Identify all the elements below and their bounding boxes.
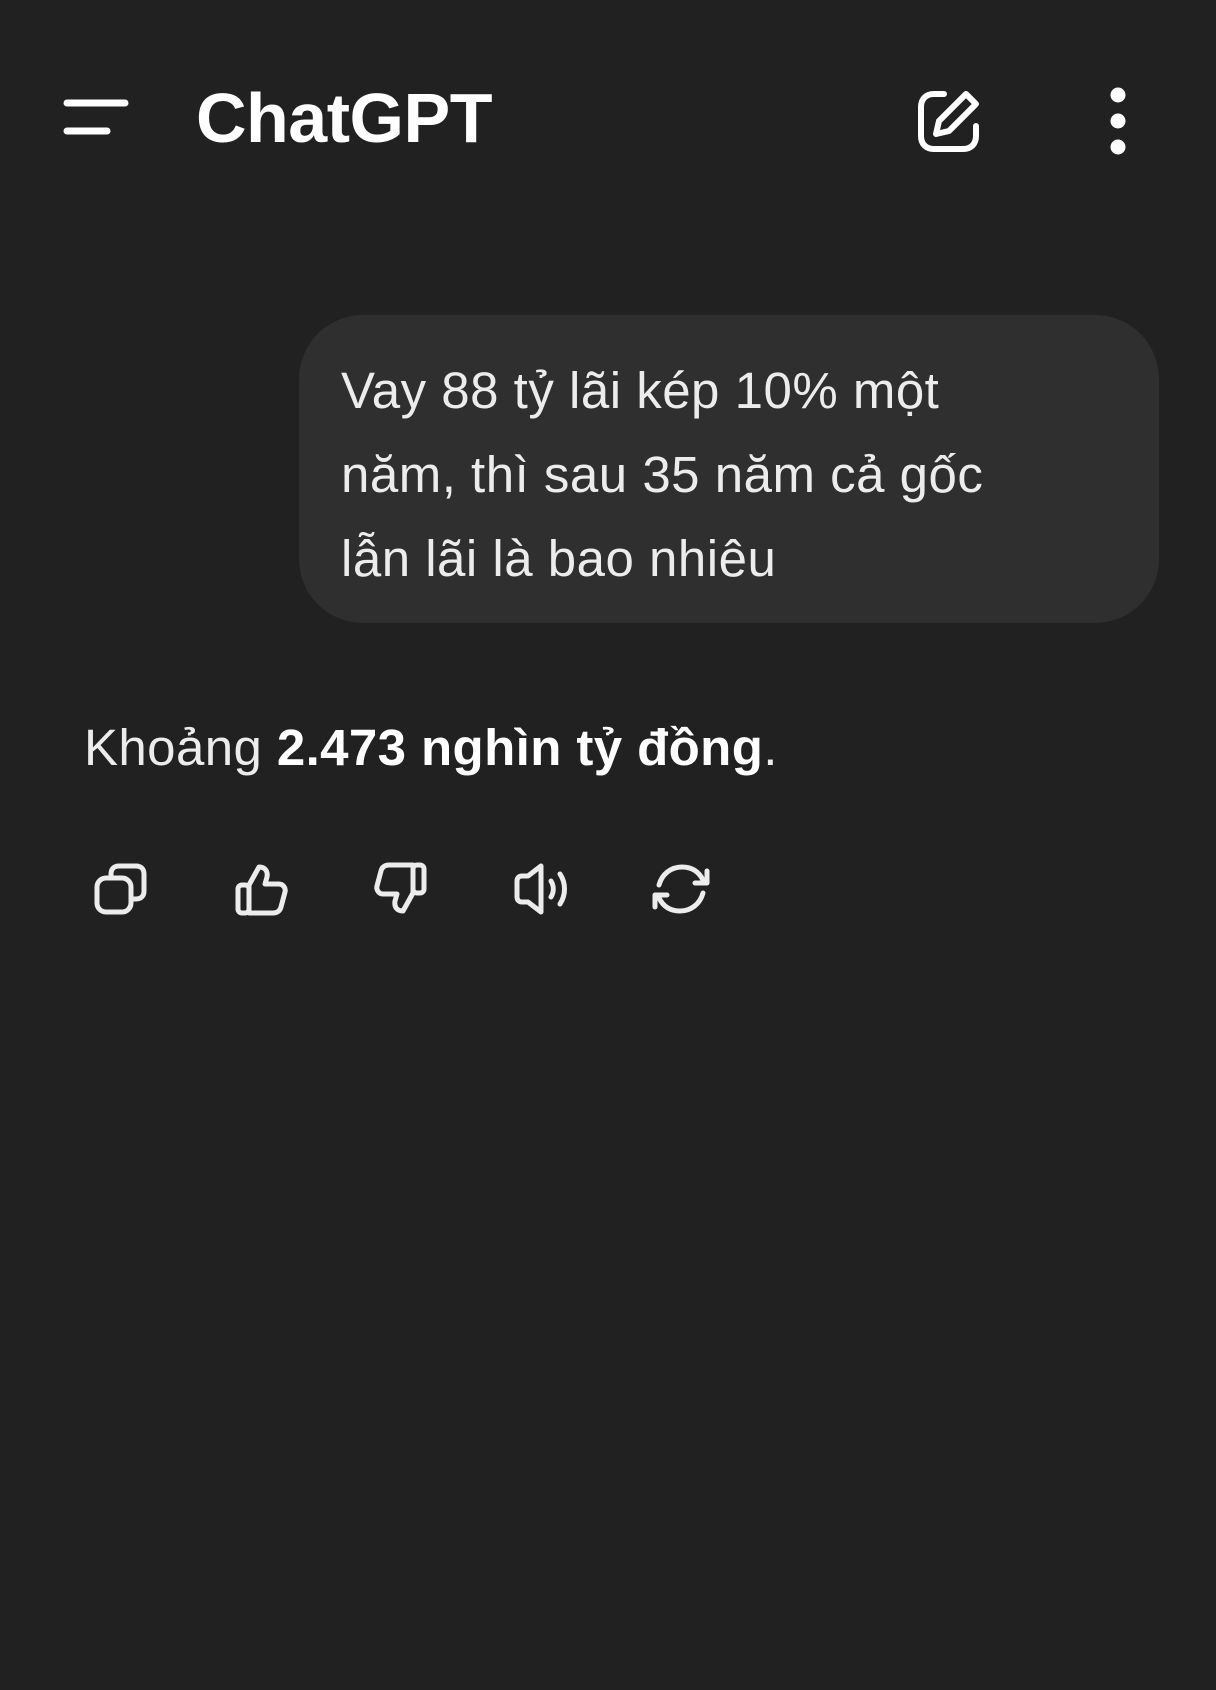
assistant-message: Khoảng 2.473 nghìn tỷ đồng. <box>84 706 778 790</box>
assistant-message-prefix: Khoảng <box>84 719 277 776</box>
new-chat-button[interactable] <box>906 78 992 164</box>
thumbs-down-icon <box>374 862 427 914</box>
new-chat-icon <box>918 91 979 152</box>
assistant-message-suffix: . <box>763 719 778 776</box>
top-bar: ChatGPT <box>0 0 1216 236</box>
refresh-icon <box>652 864 710 914</box>
read-aloud-button[interactable] <box>504 852 578 926</box>
user-message-text: Vay 88 tỷ lãi kép 10% một năm, thì sau 3… <box>341 362 984 587</box>
thumbs-up-icon <box>235 864 288 916</box>
thumbs-up-button[interactable] <box>224 852 298 926</box>
speaker-icon <box>514 863 567 915</box>
more-vertical-icon <box>1110 87 1126 155</box>
copy-icon <box>94 863 147 915</box>
assistant-message-answer: 2.473 nghìn tỷ đồng <box>276 719 764 776</box>
thumbs-down-button[interactable] <box>364 852 438 926</box>
app-title: ChatGPT <box>196 79 492 157</box>
menu-button[interactable] <box>56 86 136 148</box>
user-message-bubble: Vay 88 tỷ lãi kép 10% một năm, thì sau 3… <box>299 315 1159 623</box>
menu-icon <box>63 99 129 135</box>
regenerate-button[interactable] <box>644 852 718 926</box>
copy-button[interactable] <box>84 852 158 926</box>
more-options-button[interactable] <box>1080 78 1156 164</box>
message-actions <box>84 852 718 926</box>
